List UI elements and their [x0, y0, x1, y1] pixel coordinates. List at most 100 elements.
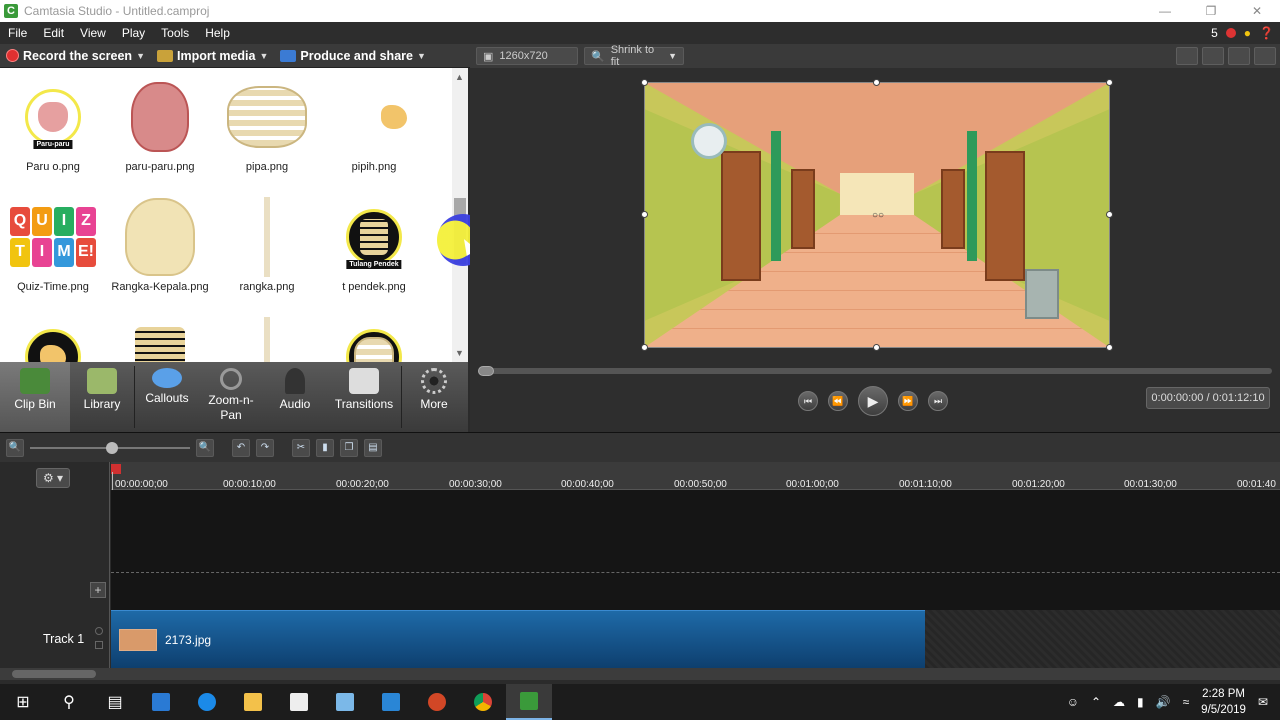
cut-icon[interactable]: ✂ — [292, 438, 310, 457]
split-icon[interactable]: ▮ — [316, 438, 334, 457]
transitions-tab[interactable]: Transitions — [327, 362, 401, 432]
powerpoint-icon[interactable] — [414, 684, 460, 720]
paste-icon[interactable]: ▤ — [364, 438, 382, 457]
store-icon[interactable] — [138, 684, 184, 720]
clip-item[interactable]: pipa.png — [217, 74, 317, 173]
timeline-tracks[interactable]: 2173.jpg — [111, 490, 1280, 680]
onedrive-icon[interactable]: ☁ — [1113, 695, 1125, 709]
audio-tab[interactable]: Audio — [263, 362, 327, 432]
menu-tools[interactable]: Tools — [153, 26, 197, 40]
task-view-icon[interactable]: ▤ — [92, 684, 138, 720]
gear-icon[interactable]: ⚙ ▾ — [36, 468, 70, 488]
crop-icon[interactable] — [1176, 47, 1198, 65]
center-rotation-icon[interactable]: ○○ — [872, 210, 884, 221]
visibility-icon[interactable] — [95, 627, 103, 635]
help-icon[interactable]: ❓ — [1259, 26, 1274, 40]
undo-icon[interactable]: ↶ — [232, 438, 250, 457]
zoom-in-icon[interactable]: 🔍 — [196, 438, 214, 457]
zoom-out-icon[interactable]: 🔍 — [6, 438, 24, 457]
copy-icon[interactable]: ❐ — [340, 438, 358, 457]
chevron-up-icon[interactable]: ⌃ — [1091, 695, 1101, 709]
timeline-ruler[interactable]: 00:00:00;00 00:00:10;00 00:00:20;00 00:0… — [111, 462, 1280, 490]
mail-icon[interactable] — [276, 684, 322, 720]
fast-forward-icon[interactable]: ⏩ — [898, 391, 918, 411]
more-tab[interactable]: More — [402, 362, 466, 432]
resize-handle[interactable] — [1106, 211, 1113, 218]
menu-help[interactable]: Help — [197, 26, 238, 40]
timeline-scrollbar[interactable] — [0, 668, 1280, 680]
chrome-icon[interactable] — [460, 684, 506, 720]
clip-item[interactable] — [217, 314, 317, 362]
app-icon[interactable] — [322, 684, 368, 720]
resize-handle[interactable] — [873, 344, 880, 351]
clip-item[interactable]: pipih.png — [324, 74, 424, 173]
close-icon[interactable]: ✕ — [1234, 0, 1280, 22]
redo-icon[interactable]: ↷ — [256, 438, 274, 457]
clip-item[interactable]: Paru-paru Paru o.png — [3, 74, 103, 173]
volume-icon[interactable]: 🔊 — [1156, 695, 1171, 709]
resize-handle[interactable] — [641, 344, 648, 351]
resize-handle[interactable] — [1106, 344, 1113, 351]
action-center-icon[interactable]: ✉ — [1258, 695, 1268, 709]
scroll-down-icon[interactable]: ▼ — [455, 348, 464, 358]
zoom-dropdown[interactable]: 🔍 Shrink to fit ▼ — [584, 44, 684, 68]
resize-handle[interactable] — [1106, 79, 1113, 86]
clip-item[interactable]: paru-paru.png — [110, 74, 210, 173]
tool-label: Zoom-n-Pan — [208, 393, 254, 422]
camtasia-taskbar-icon[interactable] — [506, 684, 552, 720]
fullscreen-icon[interactable] — [1228, 47, 1250, 65]
timeline-zoom-slider[interactable] — [30, 441, 190, 454]
clip-thumbnail — [222, 74, 312, 159]
resize-handle[interactable] — [641, 79, 648, 86]
library-tab[interactable]: Library — [70, 362, 134, 432]
zoom-pan-tab[interactable]: Zoom-n-Pan — [199, 362, 263, 432]
lightbulb-icon[interactable]: ● — [1244, 26, 1251, 40]
clip-item[interactable] — [324, 314, 424, 362]
import-media-button[interactable]: Import media ▼ — [151, 49, 274, 63]
clip-bin-tab[interactable]: Clip Bin — [0, 362, 70, 432]
menu-view[interactable]: View — [72, 26, 114, 40]
detach-preview-icon[interactable] — [1254, 47, 1276, 65]
lock-icon[interactable] — [95, 641, 103, 649]
clip-item[interactable]: Rangka-Kepala.png — [110, 194, 210, 293]
wifi-icon[interactable]: ≈ — [1183, 695, 1190, 709]
menu-edit[interactable]: Edit — [35, 26, 72, 40]
clip-item[interactable]: Tulang Pendek t pendek.png — [324, 194, 424, 293]
scroll-thumb[interactable] — [12, 670, 96, 678]
add-track-icon[interactable]: + — [90, 582, 106, 598]
rewind-icon[interactable]: ⏪ — [828, 391, 848, 411]
skip-forward-icon[interactable]: ⏭ — [928, 391, 948, 411]
system-clock[interactable]: 2:28 PM 9/5/2019 — [1201, 686, 1246, 718]
menu-play[interactable]: Play — [114, 26, 153, 40]
scroll-up-icon[interactable]: ▲ — [455, 72, 464, 82]
windows-start-icon[interactable]: ⊞ — [0, 684, 46, 720]
produce-share-button[interactable]: Produce and share ▼ — [274, 49, 431, 63]
search-icon[interactable]: ⚲ — [46, 684, 92, 720]
record-screen-button[interactable]: Record the screen ▼ — [0, 49, 151, 63]
playback-progress-bar[interactable] — [478, 368, 1272, 374]
people-icon[interactable]: ☺ — [1067, 695, 1079, 709]
play-icon[interactable]: ▶ — [858, 386, 888, 416]
resize-handle[interactable] — [873, 79, 880, 86]
quiz-letter: E! — [76, 237, 96, 267]
callouts-tab[interactable]: Callouts — [135, 362, 199, 432]
resolution-dropdown[interactable]: ▣ 1260x720 — [476, 47, 578, 65]
battery-icon[interactable]: ▮ — [1137, 695, 1144, 709]
pan-hand-icon[interactable] — [1202, 47, 1224, 65]
edge-icon[interactable] — [184, 684, 230, 720]
file-explorer-icon[interactable] — [230, 684, 276, 720]
clip-item[interactable]: rangka.png — [217, 194, 317, 293]
timeline-clip[interactable]: 2173.jpg — [111, 610, 925, 668]
clip-item[interactable] — [110, 314, 210, 362]
zoom-slider-knob[interactable] — [106, 441, 118, 454]
skip-back-icon[interactable]: ⏮ — [798, 391, 818, 411]
minimize-icon[interactable]: — — [1142, 0, 1188, 22]
menu-file[interactable]: File — [0, 26, 35, 40]
restore-icon[interactable]: ❐ — [1188, 0, 1234, 22]
progress-knob[interactable] — [478, 366, 494, 376]
remote-desktop-icon[interactable] — [368, 684, 414, 720]
clip-item[interactable] — [3, 314, 103, 362]
notification-icon[interactable] — [1225, 28, 1236, 38]
resize-handle[interactable] — [641, 211, 648, 218]
clip-item[interactable]: Q U I Z T I M E! Quiz-Time.png — [3, 194, 103, 293]
